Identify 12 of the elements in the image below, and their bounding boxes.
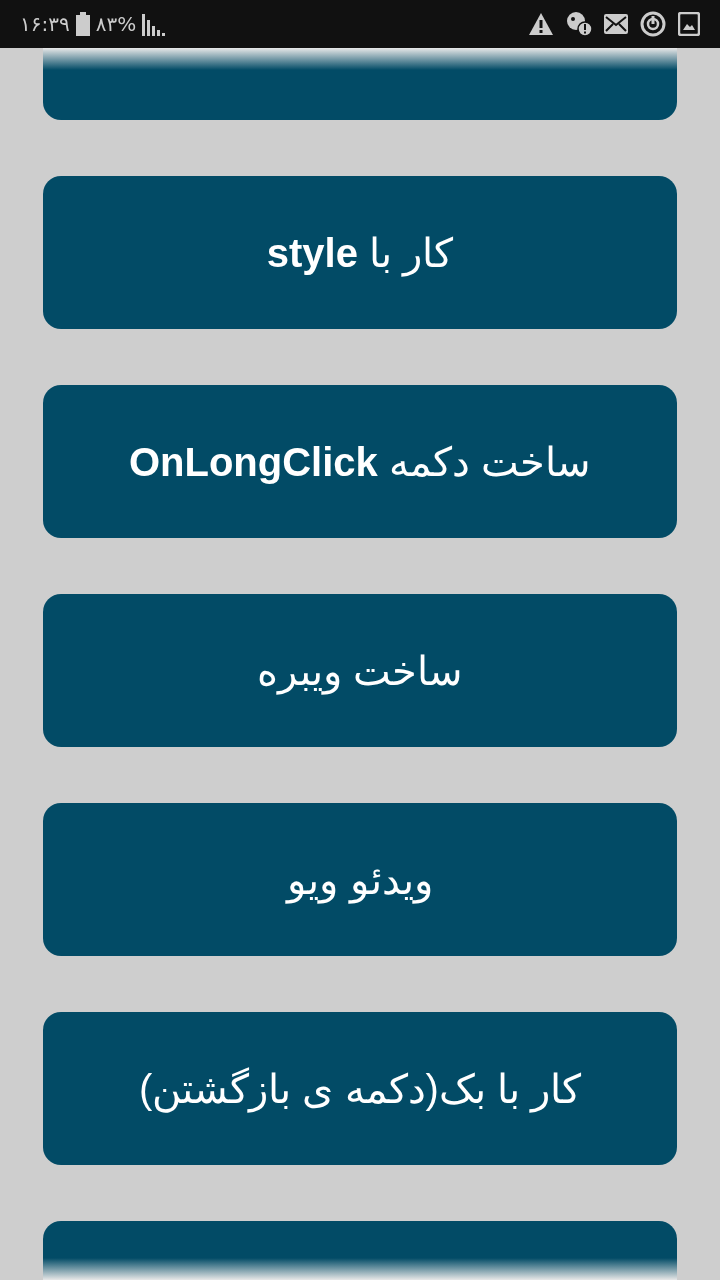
menu-button[interactable]: ساخت ویبره (43, 594, 677, 747)
signal-icon (142, 12, 167, 36)
alert-badge-icon (566, 11, 592, 37)
image-icon (678, 12, 700, 36)
clock-time: ۱۶:۳۹ (20, 11, 70, 38)
menu-button[interactable]: کار با بک(دکمه ی بازگشتن) (43, 1012, 677, 1165)
battery-percent: ۸۳% (95, 11, 137, 38)
power-sync-icon (640, 11, 666, 37)
menu-button[interactable]: ویدئو ویو (43, 803, 677, 956)
warning-icon (528, 12, 554, 36)
battery-icon (75, 12, 90, 36)
mail-icon (604, 14, 628, 34)
